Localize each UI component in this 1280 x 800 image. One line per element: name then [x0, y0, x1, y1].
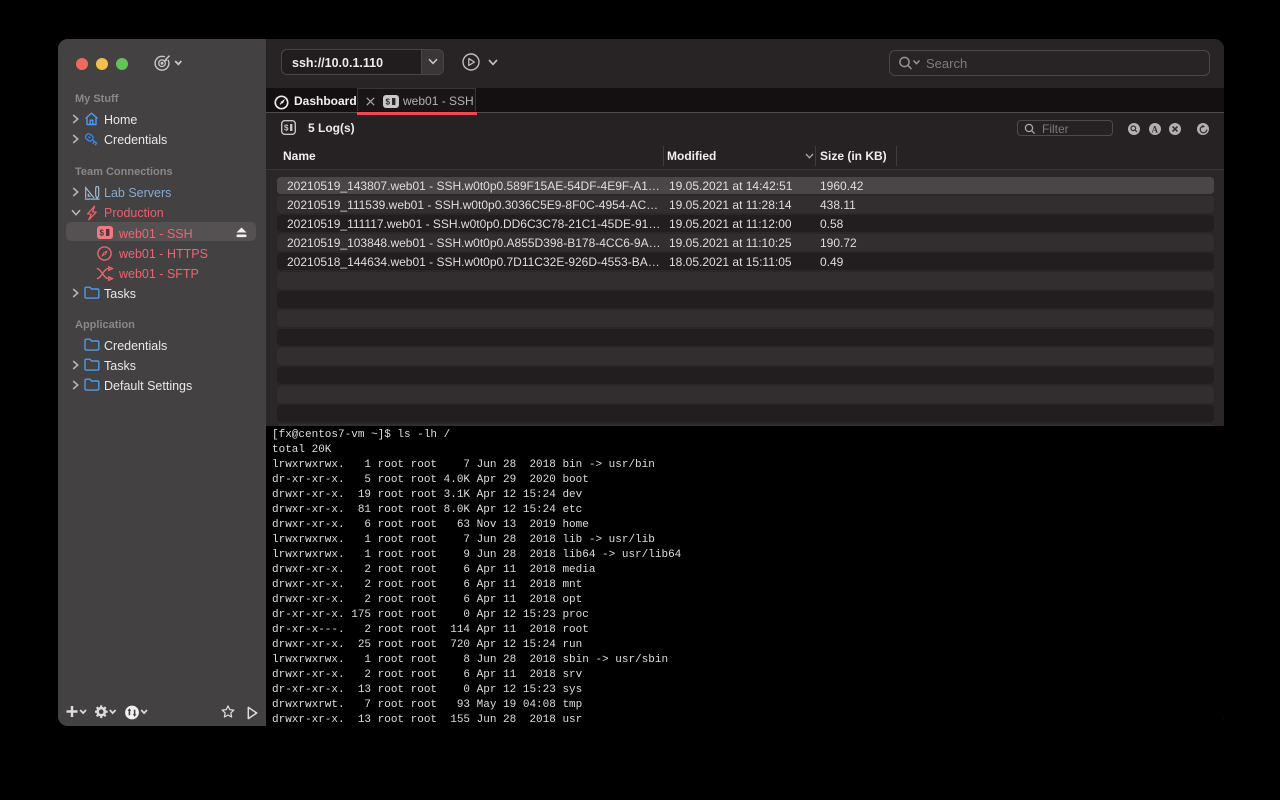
svg-text:A: A — [1151, 125, 1158, 135]
svg-text:$: $ — [284, 124, 289, 133]
svg-text:$: $ — [386, 98, 391, 107]
svg-text:$: $ — [100, 229, 105, 238]
